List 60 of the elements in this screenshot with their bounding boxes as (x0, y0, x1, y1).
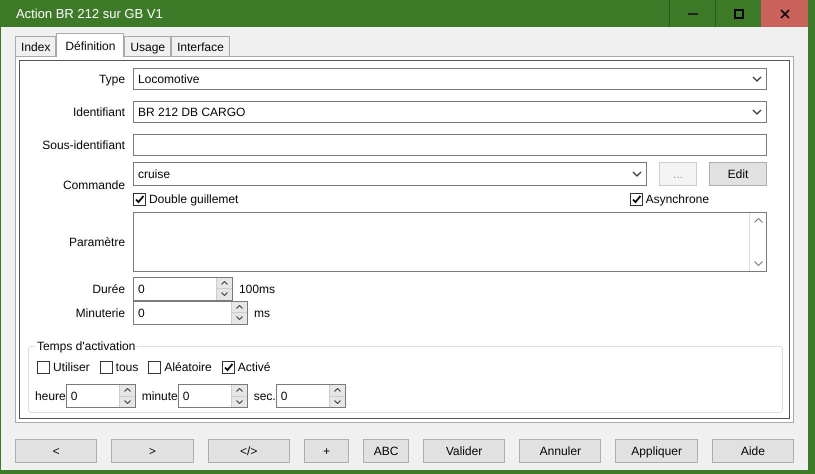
spin-field[interactable]: 0 (178, 384, 248, 408)
group-title: Temps d'activation (35, 339, 138, 353)
action-button[interactable]: </> (208, 439, 290, 463)
checkbox[interactable] (222, 360, 235, 374)
sub-identifier-field[interactable] (133, 134, 767, 156)
scroll-up-icon[interactable] (754, 218, 762, 223)
checkbox-label: Double guillemet (149, 191, 238, 208)
checkbox[interactable] (37, 360, 50, 374)
field-label: Identifiant (72, 104, 126, 121)
close-button[interactable] (761, 0, 808, 27)
minimize-icon (688, 12, 698, 15)
field-label: Durée (91, 280, 126, 298)
maximize-icon (734, 8, 744, 18)
checkbox[interactable] (148, 360, 162, 374)
checkbox[interactable] (630, 192, 643, 206)
spin-field[interactable]: 0 (66, 384, 136, 408)
field-label: sec. (254, 388, 276, 405)
tab[interactable]: Usage (124, 36, 172, 56)
edit-button[interactable]: Edit (709, 162, 767, 186)
field-label: Paramètre (68, 234, 126, 251)
action-button[interactable]: Annuler (519, 439, 602, 463)
field-label: minute (142, 388, 178, 405)
unit-label: 100ms (239, 280, 276, 298)
action-button[interactable]: ABC (363, 439, 409, 463)
field-label: Sous-identifiant (41, 137, 126, 154)
action-button[interactable]: + (304, 439, 350, 463)
checkbox-label: tous (116, 359, 138, 376)
field-label: Minuterie (74, 304, 126, 322)
spin-field[interactable]: 0 (276, 384, 346, 408)
action-button[interactable]: Aide (712, 439, 794, 463)
scrollbar[interactable] (749, 213, 766, 271)
checkbox-label: Utiliser (53, 359, 90, 376)
type-dropdown[interactable]: Locomotive (133, 68, 767, 90)
action-button[interactable]: Valider (422, 439, 506, 463)
close-icon (780, 8, 790, 18)
field-label: Commande (62, 177, 126, 194)
checkbox-label: Asynchrone (646, 191, 709, 208)
checkbox-label: Activé (238, 359, 270, 376)
spin-field[interactable]: 0 (133, 276, 233, 300)
dropdown-caret-icon (752, 109, 762, 115)
checkbox[interactable] (100, 360, 113, 374)
tab[interactable]: Index (15, 36, 56, 56)
command-dropdown[interactable]: cruise (133, 162, 647, 186)
dropdown-caret-icon (632, 171, 642, 177)
field-label: heure (35, 388, 66, 405)
action-button[interactable]: Appliquer (615, 439, 698, 463)
window-title: Action BR 212 sur GB V1 (15, 5, 164, 23)
checkbox[interactable] (133, 192, 146, 206)
field-label: Type (98, 71, 126, 88)
unit-label: ms (254, 304, 270, 322)
action-button[interactable]: < (15, 439, 98, 463)
checkbox-label: Aléatoire (164, 359, 212, 376)
identifier-dropdown[interactable]: BR 212 DB CARGO (133, 101, 767, 123)
spin-field[interactable]: 0 (133, 300, 248, 324)
tab[interactable]: Interface (171, 36, 230, 56)
dropdown-caret-icon (752, 76, 762, 82)
parameter-textarea[interactable] (133, 212, 767, 272)
action-button[interactable]: > (111, 439, 194, 463)
tab[interactable]: Définition (56, 33, 124, 57)
scroll-down-icon[interactable] (754, 261, 762, 266)
